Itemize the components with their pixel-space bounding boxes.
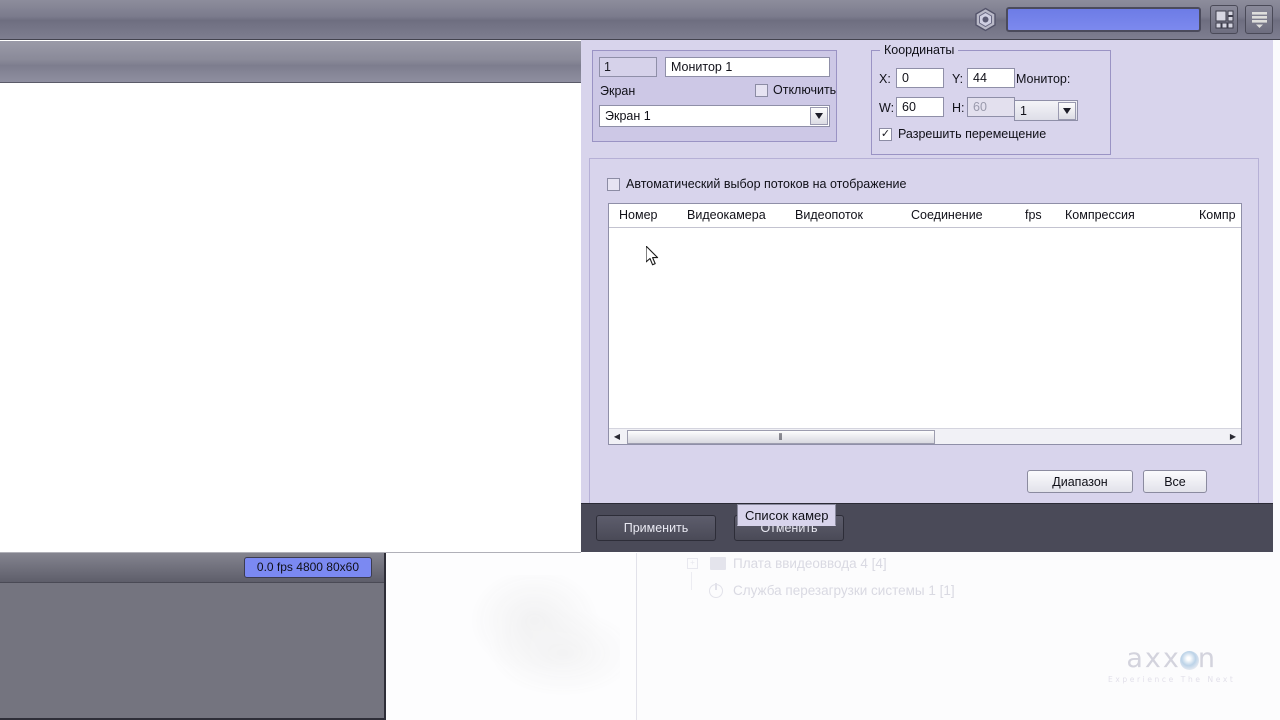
- logo-wordmark: axx n: [1108, 645, 1235, 672]
- all-button[interactable]: Все: [1143, 470, 1207, 493]
- chevron-down-icon[interactable]: [810, 107, 828, 125]
- w-label: W:: [879, 101, 895, 115]
- left-content-pane: [0, 84, 581, 553]
- auto-stream-select-row[interactable]: Автоматический выбор потоков на отображе…: [607, 177, 906, 191]
- column-header-camera[interactable]: Видеокамера: [687, 208, 766, 222]
- hex-gear-icon[interactable]: [973, 7, 998, 32]
- y-label: Y:: [952, 72, 964, 86]
- tree-expander-icon[interactable]: +: [687, 558, 698, 569]
- cameras-table-hscrollbar[interactable]: ◀ ⦀ ▶: [609, 428, 1241, 444]
- monitor-label: Монитор:: [1016, 72, 1071, 86]
- monitor-select-value: 1: [1020, 103, 1027, 118]
- monitor-number-input[interactable]: 1: [599, 57, 657, 77]
- w-input[interactable]: 60: [896, 97, 944, 117]
- screen-root: 0.0 fps 4800 80x60 + Плата ввидеоввода 4…: [0, 0, 1280, 720]
- tab-camera-list[interactable]: Список камер: [737, 504, 837, 526]
- monitor-settings-dialog: 1 Монитор 1 Экран Отключить Экран 1 Коор…: [581, 40, 1273, 552]
- arrow-right-icon[interactable]: ▶: [1225, 429, 1241, 444]
- cameras-table-header: Номер Видеокамера Видеопоток Соединение …: [609, 204, 1241, 228]
- disable-checkbox-label: Отключить: [773, 83, 837, 97]
- x-label: X:: [879, 72, 891, 86]
- background-image-ghost: [430, 575, 620, 705]
- x-input[interactable]: 0: [896, 68, 944, 88]
- logo-word-left: axx: [1126, 643, 1181, 674]
- allow-move-label: Разрешить перемещение: [898, 127, 1047, 141]
- axxon-logo: axx n Experience The Next: [1108, 645, 1235, 684]
- logo-orb-icon: [1179, 651, 1199, 670]
- screen-label: Экран: [600, 84, 636, 98]
- column-header-number[interactable]: Номер: [619, 208, 657, 222]
- y-input[interactable]: 44: [967, 68, 1015, 88]
- column-header-compression2[interactable]: Компр: [1199, 208, 1236, 222]
- column-header-stream[interactable]: Видеопоток: [795, 208, 863, 222]
- disable-checkbox-row[interactable]: Отключить: [755, 83, 836, 97]
- dialog-body: 1 Монитор 1 Экран Отключить Экран 1 Коор…: [581, 40, 1273, 534]
- tree-connector: [691, 572, 692, 590]
- cameras-table-body[interactable]: [609, 228, 1241, 427]
- column-header-compression[interactable]: Компрессия: [1065, 208, 1135, 222]
- column-header-connection[interactable]: Соединение: [911, 208, 983, 222]
- search-input[interactable]: [1006, 7, 1201, 32]
- cameras-table[interactable]: Номер Видеокамера Видеопоток Соединение …: [608, 203, 1242, 445]
- video-cell[interactable]: 0.0 fps 4800 80x60: [0, 553, 386, 720]
- layout-grid-icon[interactable]: [1210, 5, 1238, 34]
- board-icon: [710, 557, 726, 570]
- logo-tagline: Experience The Next: [1108, 675, 1236, 684]
- power-icon: [709, 583, 723, 598]
- chevron-down-icon[interactable]: [1058, 102, 1076, 120]
- coordinates-group: Координаты X: 0 Y: 44 W: 60 H: 60 Монито…: [871, 43, 1111, 155]
- app-secondary-bar: [0, 41, 581, 83]
- monitor-select[interactable]: 1: [1014, 100, 1078, 121]
- apply-button[interactable]: Применить: [596, 515, 716, 541]
- hscrollbar-thumb[interactable]: ⦀: [627, 430, 935, 444]
- tree-item-label: Плата ввидеоввода 4 [4]: [733, 556, 887, 571]
- coordinates-legend: Координаты: [880, 43, 959, 57]
- h-label: H:: [952, 101, 965, 115]
- arrow-left-icon[interactable]: ◀: [609, 429, 625, 444]
- monitor-name-input[interactable]: Монитор 1: [665, 57, 830, 77]
- range-button[interactable]: Диапазон: [1027, 470, 1133, 493]
- screen-select[interactable]: Экран 1: [599, 105, 830, 127]
- cameras-panel: Автоматический выбор потоков на отображе…: [589, 158, 1259, 506]
- h-input: 60: [967, 97, 1015, 117]
- dialog-footer: Применить Отменить: [581, 503, 1273, 552]
- auto-stream-select-label: Автоматический выбор потоков на отображе…: [626, 177, 907, 191]
- list-menu-icon[interactable]: [1245, 5, 1273, 34]
- allow-move-row[interactable]: ✓ Разрешить перемещение: [879, 127, 1046, 141]
- bottom-right-pane: [637, 552, 1280, 720]
- screen-select-value: Экран 1: [605, 109, 651, 123]
- allow-move-checkbox[interactable]: ✓: [879, 127, 892, 141]
- fps-status-badge: 0.0 fps 4800 80x60: [243, 557, 372, 578]
- monitor-header-group: 1 Монитор 1 Экран Отключить Экран 1: [592, 50, 837, 142]
- video-cell-toolbar: 0.0 fps 4800 80x60: [0, 553, 384, 583]
- mouse-cursor: [645, 245, 660, 267]
- column-header-fps[interactable]: fps: [1025, 208, 1042, 222]
- logo-word-right: n: [1197, 643, 1218, 674]
- tree-item-label: Служба перезагрузки системы 1 [1]: [733, 583, 955, 598]
- auto-stream-select-checkbox[interactable]: [607, 177, 620, 191]
- disable-checkbox[interactable]: [755, 83, 768, 97]
